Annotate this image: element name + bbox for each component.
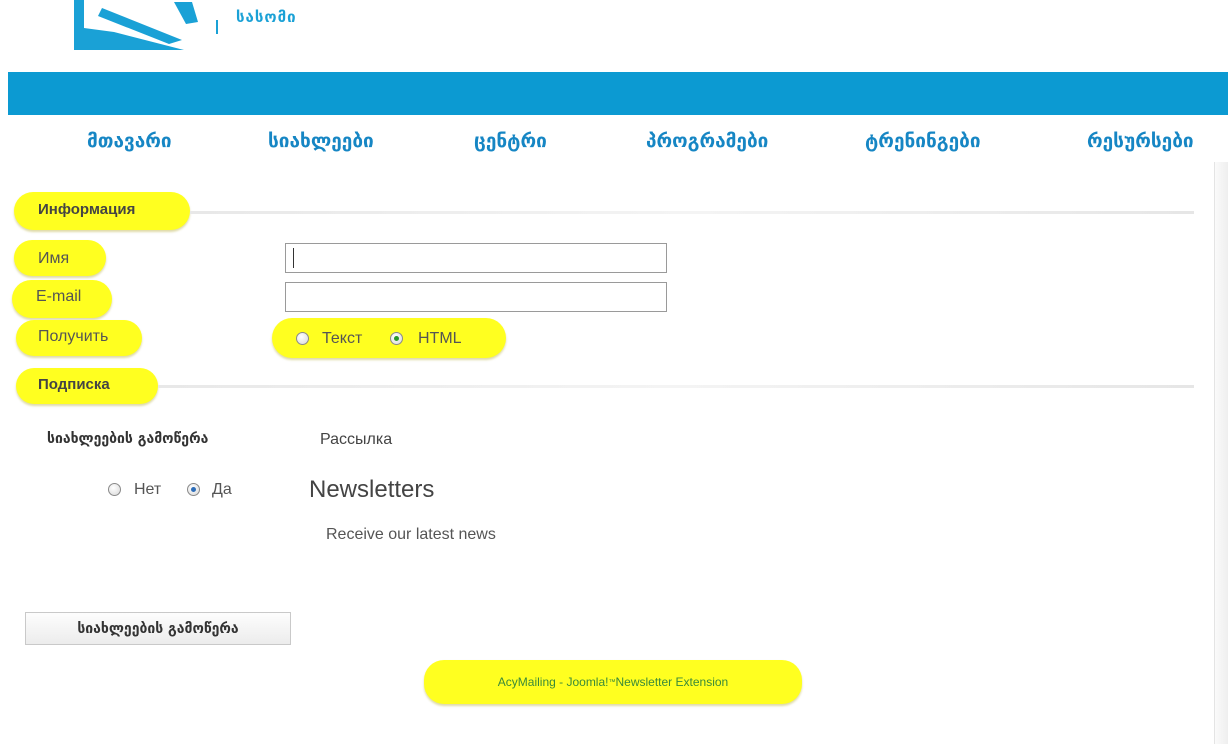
format-text-radio[interactable]	[296, 332, 309, 345]
subscribe-no-radio[interactable]	[108, 483, 121, 496]
text-caret	[293, 248, 294, 268]
email-input[interactable]	[285, 282, 667, 312]
subscription-section-divider	[158, 385, 1194, 388]
subscription-legend: Подписка	[38, 376, 110, 393]
nav-item-center[interactable]: ცენტრი	[474, 130, 547, 152]
info-section-divider	[190, 211, 1194, 214]
email-label: E-mail	[36, 288, 82, 305]
info-legend: Информация	[38, 201, 136, 218]
nav-item-programs[interactable]: პროგრამები	[646, 130, 768, 152]
format-html-radio[interactable]	[390, 332, 403, 345]
subscribe-label: სიახლეების გამოწერა	[47, 431, 209, 447]
name-input[interactable]	[285, 243, 667, 273]
logo-icon[interactable]	[74, 0, 224, 52]
list-column-header: Рассылка	[320, 431, 393, 448]
list-description: Receive our latest news	[326, 526, 496, 543]
nav-item-home[interactable]: მთავარი	[87, 130, 172, 152]
nav-item-resources[interactable]: რესურსები	[1087, 130, 1194, 152]
footer-link-suffix: Newsletter Extension	[615, 675, 729, 689]
subscribe-no-label[interactable]: Нет	[134, 481, 161, 499]
list-name: Newsletters	[309, 476, 435, 503]
trademark-mark: ™	[608, 678, 616, 686]
subscribe-yes-radio[interactable]	[187, 483, 200, 496]
page: სასომი მთავარი სიახლეები ცენტრი პროგრამე…	[0, 0, 1228, 744]
footer-link-text: AcyMailing - Joomla!	[497, 675, 609, 689]
nav-item-news[interactable]: სიახლეები	[268, 130, 374, 152]
subscribe-yes-label[interactable]: Да	[212, 481, 232, 499]
format-html-label[interactable]: HTML	[418, 330, 462, 348]
footer-link-wrapper: AcyMailing - Joomla! ™ Newsletter Extensi…	[424, 660, 802, 704]
name-label: Имя	[38, 250, 70, 267]
main-nav: მთავარი სიახლეები ცენტრი პროგრამები ტრენ…	[0, 126, 1228, 162]
logo-text: სასომი	[236, 8, 297, 26]
subscribe-button[interactable]: სიახლეების გამოწერა	[25, 612, 291, 645]
header-banner	[8, 72, 1228, 115]
nav-item-trainings[interactable]: ტრენინგები	[865, 130, 981, 152]
footer-link[interactable]: AcyMailing - Joomla! ™ Newsletter Extensi…	[424, 660, 802, 704]
receive-label: Получить	[38, 328, 109, 345]
format-text-label[interactable]: Текст	[322, 330, 362, 348]
scrollbar[interactable]	[1214, 162, 1228, 744]
